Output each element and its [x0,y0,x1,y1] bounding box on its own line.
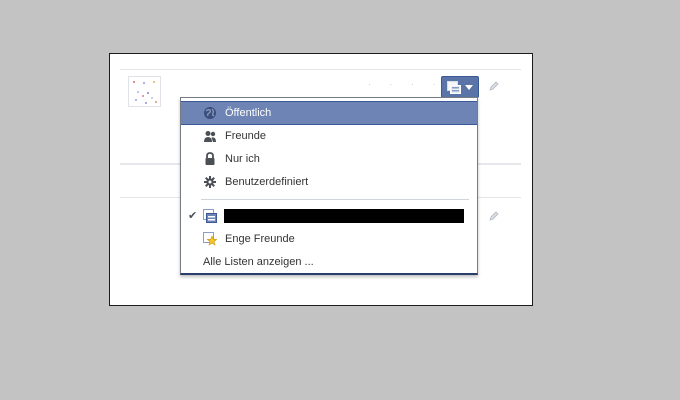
post-thumbnail[interactable] [128,76,161,107]
pencil-icon[interactable] [488,210,500,222]
menu-item-friends[interactable]: Freunde [181,125,477,147]
menu-item-only-me[interactable]: Nur ich [181,148,477,170]
menu-item-custom[interactable]: Benutzerdefiniert [181,171,477,193]
menu-divider [201,199,469,200]
custom-list-icon [203,209,217,223]
audience-selector-button[interactable] [441,76,479,98]
redacted-list-name [224,209,464,223]
menu-item-label: Freunde [225,130,266,142]
chevron-down-icon [465,84,473,90]
pencil-icon[interactable] [488,80,500,92]
menu-item-label: Benutzerdefiniert [225,176,309,188]
gear-icon [204,176,216,188]
separator [120,69,521,70]
menu-item-label: Öffentlich [225,107,272,119]
show-all-lists-link[interactable]: Alle Listen anzeigen ... [181,251,477,273]
menu-item-custom-list[interactable]: ✔ [181,205,477,227]
menu-item-label: Nur ich [225,153,260,165]
lock-icon [205,152,215,165]
custom-list-icon [447,80,461,94]
faint-text: · · · · [368,79,444,89]
menu-item-close-friends[interactable]: Enge Freunde [181,228,477,250]
menu-item-label: Enge Freunde [225,233,295,245]
menu-item-label: Alle Listen anzeigen ... [203,256,314,268]
friends-icon [204,131,216,142]
globe-icon [204,107,216,119]
privacy-dropdown-menu: Öffentlich Freunde Nur ich Benutzerdefin… [180,97,478,275]
menu-item-public[interactable]: Öffentlich [181,101,477,125]
checkmark-icon: ✔ [188,210,198,222]
star-list-icon [203,232,217,246]
